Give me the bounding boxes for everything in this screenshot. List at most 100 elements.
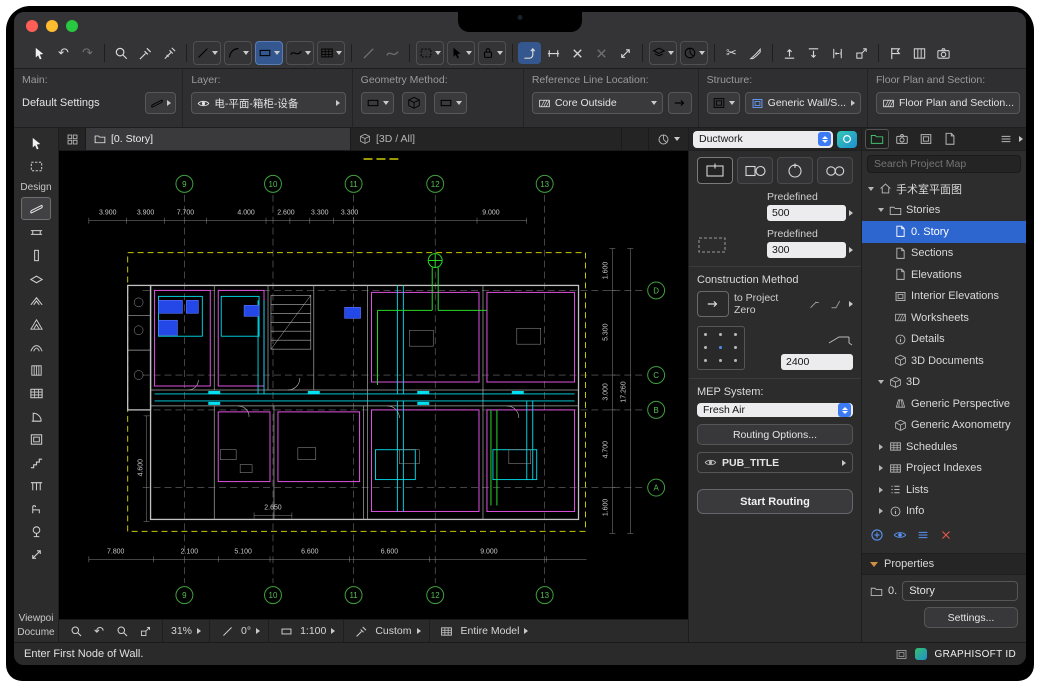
elevate-icon[interactable] <box>778 42 801 64</box>
drawing-canvas[interactable]: 3.900 3.900 7.700 4.000 2.600 3.300 3.30… <box>59 151 688 619</box>
default-settings-label[interactable]: Default Settings <box>22 97 100 109</box>
tab-options-button[interactable] <box>648 128 688 150</box>
view-map-button[interactable] <box>891 130 913 148</box>
document-group-label[interactable]: Docume <box>17 627 54 638</box>
model-filter-button[interactable]: Entire Model <box>430 620 537 642</box>
lock-options-button[interactable] <box>478 41 506 65</box>
tree-item-interior-elevations[interactable]: Interior Elevations <box>862 286 1026 308</box>
round-duct-button[interactable] <box>777 157 813 184</box>
window-tool-icon[interactable] <box>22 429 50 450</box>
rise-method-icon[interactable] <box>807 296 823 312</box>
layer-selector[interactable]: 电-平面-箱柜-设备 <box>191 92 346 114</box>
mep-system-select[interactable]: Fresh Air <box>697 403 853 417</box>
routing-options-button[interactable]: Routing Options... <box>697 424 853 445</box>
properties-header[interactable]: Properties <box>862 553 1026 575</box>
curtain-wall-tool-icon[interactable] <box>22 360 50 381</box>
redo-icon[interactable]: ↷ <box>76 42 99 64</box>
undo-icon[interactable]: ↶ <box>52 42 75 64</box>
arc-tool-button[interactable] <box>224 41 252 65</box>
trace-reference-button[interactable] <box>680 41 708 65</box>
method-flyout-icon[interactable] <box>849 301 853 307</box>
floor-plan-drawing[interactable]: 3.900 3.900 7.700 4.000 2.600 3.300 3.30… <box>59 151 688 619</box>
structure-type-button[interactable] <box>706 92 740 114</box>
split-icon[interactable]: ✂ <box>720 42 743 64</box>
viewpoint-group-label[interactable]: Viewpoi <box>19 613 54 624</box>
tree-item-details[interactable]: Details <box>862 329 1026 351</box>
line-tool-button[interactable] <box>193 41 221 65</box>
guide-lines-icon[interactable] <box>357 42 380 64</box>
layout-columns-icon[interactable] <box>908 42 931 64</box>
layers-button[interactable] <box>649 41 677 65</box>
marquee-options-button[interactable] <box>416 41 444 65</box>
tree-item-worksheets[interactable]: Worksheets <box>862 307 1026 329</box>
tree-item-3d[interactable]: 3D <box>862 372 1026 394</box>
shell-tool-icon[interactable] <box>22 337 50 358</box>
elevation-input[interactable]: 2400 <box>781 354 853 370</box>
floorplan-display-selector[interactable]: Floor Plan and Section... <box>876 92 1020 114</box>
layout-book-button[interactable] <box>915 130 937 148</box>
transition-duct-button[interactable] <box>737 157 773 184</box>
dimension-icon[interactable] <box>542 42 565 64</box>
geometry-3d-button[interactable] <box>401 92 426 114</box>
navigator-search-input[interactable] <box>867 155 1021 173</box>
tool-default-button[interactable] <box>145 92 177 114</box>
start-routing-button[interactable]: Start Routing <box>697 489 853 514</box>
zoom-in-icon[interactable] <box>113 622 131 640</box>
story-select[interactable]: Story <box>902 581 1018 601</box>
arrow-tool-icon[interactable] <box>22 133 50 154</box>
zoom-window-button[interactable] <box>66 20 78 32</box>
slab-tool-icon[interactable] <box>22 268 50 289</box>
duct-tool-button[interactable] <box>255 41 283 65</box>
graphisoft-id-label[interactable]: GRAPHISOFT ID <box>934 649 1016 660</box>
morph-tool-icon[interactable] <box>22 544 50 565</box>
publisher-button[interactable] <box>939 130 961 148</box>
roof-tool-icon[interactable] <box>22 291 50 312</box>
geometry-straight-button[interactable] <box>360 92 394 114</box>
settings-button[interactable]: Settings... <box>924 607 1018 628</box>
tab-overview-button[interactable] <box>59 128 86 150</box>
element-type-select[interactable]: Ductwork <box>693 130 833 148</box>
tab-3d[interactable]: [3D / All] <box>351 128 622 150</box>
tree-item-stories[interactable]: Stories <box>862 200 1026 222</box>
duct-height-input[interactable]: 300 <box>767 242 846 258</box>
search-icon[interactable] <box>110 42 133 64</box>
arrow-tool-icon[interactable] <box>28 42 51 64</box>
navigator-expand-icon[interactable] <box>1019 136 1023 142</box>
insulation-icon[interactable] <box>697 235 727 258</box>
project-map-button[interactable] <box>865 129 889 149</box>
door-tool-icon[interactable] <box>22 406 50 427</box>
tree-item-schedules[interactable]: Schedules <box>862 436 1026 458</box>
horizontal-method-button[interactable] <box>697 291 729 317</box>
scale-button[interactable]: 1:100 <box>269 620 345 642</box>
trim-icon[interactable] <box>744 42 767 64</box>
tree-item-generic-perspective[interactable]: Generic Perspective <box>862 393 1026 415</box>
intersect-icon[interactable] <box>566 42 589 64</box>
object-tool-icon[interactable] <box>22 498 50 519</box>
open-viewpoint-icon[interactable] <box>893 528 907 545</box>
stair-tool-icon[interactable] <box>22 452 50 473</box>
tree-item-lists[interactable]: Lists <box>862 479 1026 501</box>
width-flyout-icon[interactable] <box>849 210 853 216</box>
tab-story[interactable]: [0. Story] <box>86 128 351 150</box>
oval-duct-button[interactable] <box>817 157 853 184</box>
adjust-height-icon[interactable] <box>826 42 849 64</box>
flip-reference-button[interactable] <box>667 92 692 114</box>
tree-item-elevations[interactable]: Elevations <box>862 264 1026 286</box>
duct-width-input[interactable]: 500 <box>767 205 846 221</box>
stretch-icon[interactable] <box>614 42 637 64</box>
snap-guides-icon[interactable] <box>381 42 404 64</box>
wall-tool-icon[interactable] <box>21 197 51 220</box>
composite-selector[interactable]: Generic Wall/S... <box>744 92 861 114</box>
column-tool-icon[interactable] <box>22 245 50 266</box>
viewpoint-settings-icon[interactable] <box>916 528 930 545</box>
anchor-point-selector[interactable] <box>697 326 745 370</box>
beam-tool-icon[interactable] <box>22 222 50 243</box>
favorites-flag-icon[interactable] <box>884 42 907 64</box>
minimize-window-button[interactable] <box>46 20 58 32</box>
camera-icon[interactable] <box>932 42 955 64</box>
previous-zoom-icon[interactable]: ↶ <box>90 622 108 640</box>
geometry-chained-button[interactable] <box>433 92 467 114</box>
marquee-tool-icon[interactable] <box>22 156 50 177</box>
window-icon[interactable] <box>895 648 908 661</box>
lower-icon[interactable] <box>802 42 825 64</box>
